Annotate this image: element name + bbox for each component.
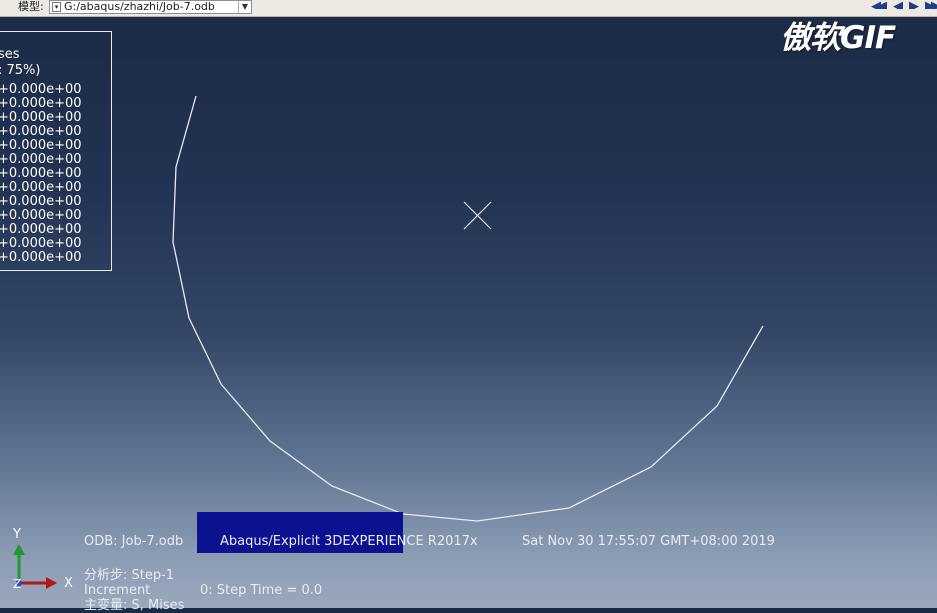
increment-label: Increment — [84, 583, 151, 598]
z-axis-label: Z — [13, 577, 21, 591]
y-axis-arrowhead — [13, 544, 25, 555]
y-axis-label: Y — [12, 527, 21, 542]
x-axis-arrowhead — [46, 577, 57, 589]
primary-variable: 主变量: S, Mises — [84, 598, 185, 613]
increment-value: 0: Step Time = 0.0 — [200, 583, 323, 598]
view-triad: Y Z X — [12, 527, 73, 591]
step-label: 分析步: Step-1 — [84, 568, 175, 583]
x-axis-label: X — [64, 576, 73, 591]
odb-name: ODB: Job-7.odb — [84, 534, 184, 549]
model-edge-curve — [172, 95, 764, 522]
solver-version: Abaqus/Explicit 3DEXPERIENCE R2017x — [220, 534, 478, 549]
timestamp: Sat Nov 30 17:55:07 GMT+08:00 2019 — [522, 534, 775, 549]
model-viewport[interactable] — [0, 0, 937, 608]
reference-point-marker — [463, 201, 492, 230]
